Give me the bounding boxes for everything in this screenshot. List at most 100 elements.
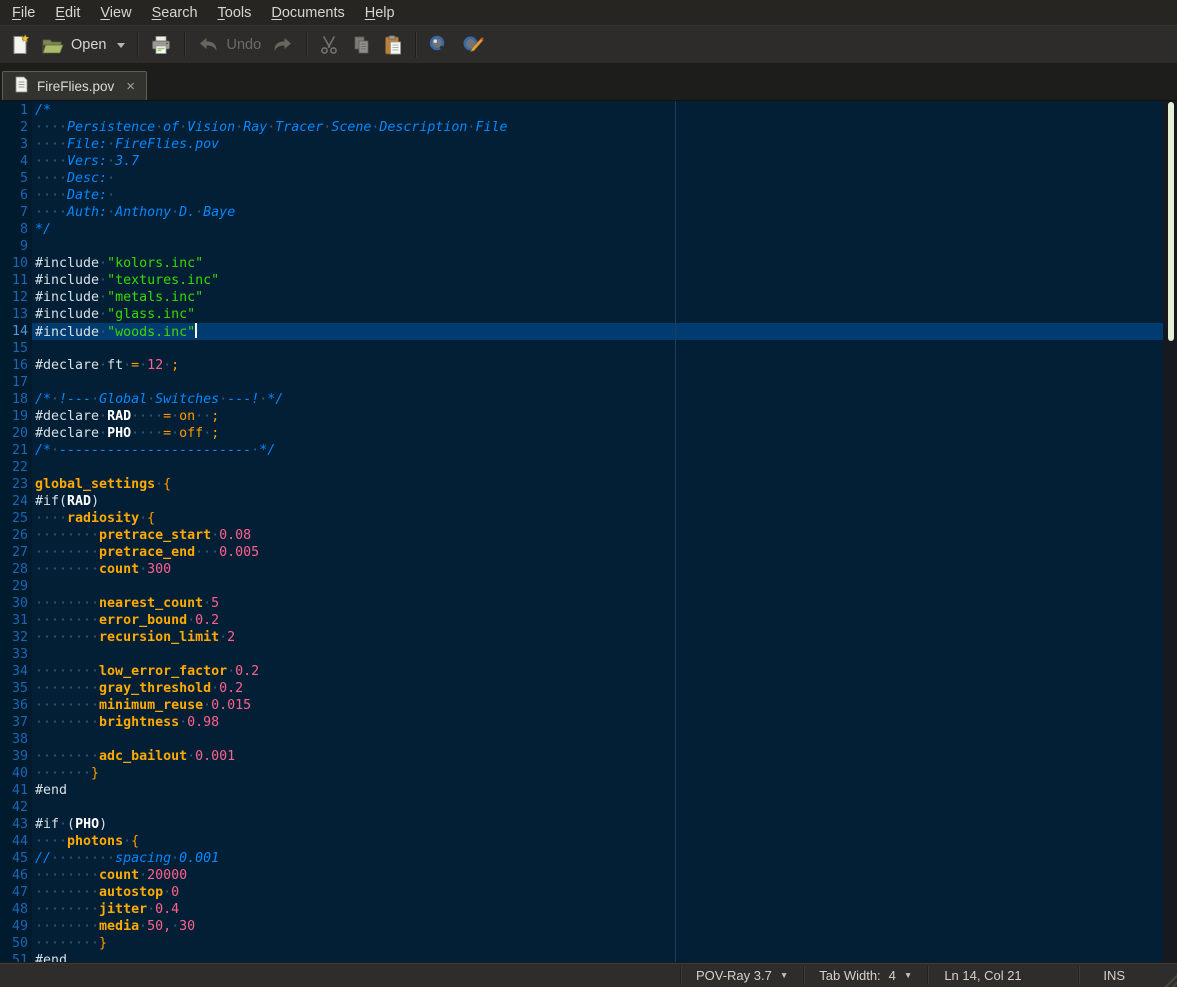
code-line[interactable]: ········low_error_factor·0.2 [32, 663, 1177, 680]
scrollbar-thumb[interactable] [1168, 102, 1174, 341]
code-line[interactable]: #declare·PHO····=·off·; [32, 425, 1177, 442]
code-line[interactable]: ····radiosity·{ [32, 510, 1177, 527]
code-line[interactable]: ········count·300 [32, 561, 1177, 578]
menu-help[interactable]: Help [355, 2, 405, 24]
token-com: File [475, 120, 507, 135]
menu-edit[interactable]: Edit [45, 2, 90, 24]
code-line[interactable]: #if·(PHO) [32, 816, 1177, 833]
code-line[interactable]: ·······} [32, 765, 1177, 782]
tab-width-selector[interactable]: Tab Width: 4 ▼ [804, 963, 927, 987]
code-line[interactable]: /*·!---·Global·Switches·---!·*/ [32, 391, 1177, 408]
code-line[interactable]: ····Vers:·3.7 [32, 153, 1177, 170]
open-menu-button[interactable] [111, 38, 131, 52]
code-line[interactable]: */ [32, 221, 1177, 238]
code-line[interactable]: ········media·50,·30 [32, 918, 1177, 935]
code-line[interactable] [32, 238, 1177, 255]
code-line[interactable] [32, 731, 1177, 748]
menu-view[interactable]: View [90, 2, 141, 24]
vertical-scrollbar[interactable] [1163, 101, 1177, 962]
whitespace-marker: · [139, 511, 147, 526]
token-kw: global_settings [35, 477, 155, 492]
tab-close-icon[interactable]: × [122, 79, 135, 94]
code-line[interactable] [32, 459, 1177, 476]
whitespace-marker: · [163, 885, 171, 900]
new-button[interactable] [4, 31, 36, 59]
whitespace-marker: · [251, 443, 259, 458]
code-line[interactable]: ········pretrace_end···0.005 [32, 544, 1177, 561]
token-kw: media [99, 919, 139, 934]
code-line[interactable]: /*·------------------------·*/ [32, 442, 1177, 459]
code-line[interactable]: ········} [32, 935, 1177, 952]
open-button[interactable]: Open [36, 31, 111, 59]
code-line[interactable] [32, 799, 1177, 816]
code-line[interactable]: ····Auth:·Anthony·D.·Baye [32, 204, 1177, 221]
token-op: ; [211, 409, 219, 424]
code-line[interactable]: /* [32, 102, 1177, 119]
paste-button[interactable] [377, 31, 409, 59]
token-num: 20000 [147, 868, 187, 883]
insert-mode-indicator: INS [1079, 968, 1149, 983]
whitespace-marker: ···· [35, 511, 67, 526]
code-line[interactable]: #end [32, 952, 1177, 962]
find-button[interactable] [422, 31, 456, 59]
print-button[interactable] [144, 31, 178, 59]
code-line[interactable]: ········autostop·0 [32, 884, 1177, 901]
menu-search[interactable]: Search [142, 2, 208, 24]
code-line[interactable]: #include·"metals.inc" [32, 289, 1177, 306]
code-line[interactable]: ····File:·FireFlies.pov [32, 136, 1177, 153]
code-line[interactable]: ········brightness·0.98 [32, 714, 1177, 731]
code-line[interactable]: #include·"glass.inc" [32, 306, 1177, 323]
code-line[interactable]: ····Desc:· [32, 170, 1177, 187]
whitespace-marker: · [107, 205, 115, 220]
menu-documents[interactable]: Documents [261, 2, 354, 24]
code-line[interactable] [32, 646, 1177, 663]
code-line[interactable]: ········minimum_reuse·0.015 [32, 697, 1177, 714]
code-line[interactable]: #if(RAD) [32, 493, 1177, 510]
code-line[interactable]: ········pretrace_start·0.08 [32, 527, 1177, 544]
language-selector[interactable]: POV-Ray 3.7 ▼ [681, 963, 803, 987]
editor[interactable]: 1234567891011121314151617181920212223242… [0, 101, 1177, 962]
code-area[interactable]: /*····Persistence·of·Vision·Ray·Tracer·S… [32, 101, 1177, 962]
whitespace-marker: ········ [35, 936, 99, 951]
code-line[interactable]: ········error_bound·0.2 [32, 612, 1177, 629]
whitespace-marker: · [123, 358, 131, 373]
code-line[interactable]: #end [32, 782, 1177, 799]
code-line[interactable]: //········spacing·0.001 [32, 850, 1177, 867]
code-line[interactable]: ········jitter·0.4 [32, 901, 1177, 918]
redo-icon [271, 34, 295, 56]
code-line[interactable]: #declare·RAD····=·on··; [32, 408, 1177, 425]
menu-tools[interactable]: Tools [208, 2, 262, 24]
token-op: } [99, 936, 107, 951]
menu-mnemonic: F [12, 5, 21, 21]
code-line[interactable]: ········adc_bailout·0.001 [32, 748, 1177, 765]
code-line[interactable] [32, 578, 1177, 595]
token-const: on [179, 409, 195, 424]
token-com: */ [259, 443, 275, 458]
line-number: 9 [0, 238, 32, 255]
resize-grip[interactable] [1160, 970, 1177, 987]
line-number: 19 [0, 408, 32, 425]
code-line[interactable]: global_settings·{ [32, 476, 1177, 493]
code-line[interactable] [32, 374, 1177, 391]
menu-file[interactable]: File [2, 2, 45, 24]
code-line[interactable]: ········recursion_limit·2 [32, 629, 1177, 646]
code-line[interactable]: #include·"kolors.inc" [32, 255, 1177, 272]
code-line[interactable]: ····Persistence·of·Vision·Ray·Tracer·Sce… [32, 119, 1177, 136]
open-folder-icon [41, 34, 65, 56]
tab-fireflies[interactable]: FireFlies.pov × [2, 71, 147, 100]
whitespace-marker: ········ [35, 919, 99, 934]
code-line[interactable]: #include·"woods.inc" [32, 323, 1177, 340]
code-line[interactable]: ········nearest_count·5 [32, 595, 1177, 612]
code-line[interactable]: ····photons·{ [32, 833, 1177, 850]
code-line[interactable]: ········count·20000 [32, 867, 1177, 884]
code-line[interactable]: ····Date:· [32, 187, 1177, 204]
code-line[interactable]: ········gray_threshold·0.2 [32, 680, 1177, 697]
whitespace-marker: · [203, 596, 211, 611]
whitespace-marker: · [99, 290, 107, 305]
dropdown-arrow-icon: ▼ [904, 970, 912, 980]
code-line[interactable]: #include·"textures.inc" [32, 272, 1177, 289]
line-number: 10 [0, 255, 32, 272]
code-line[interactable] [32, 340, 1177, 357]
replace-button[interactable] [456, 31, 490, 59]
code-line[interactable]: #declare·ft·=·12·; [32, 357, 1177, 374]
